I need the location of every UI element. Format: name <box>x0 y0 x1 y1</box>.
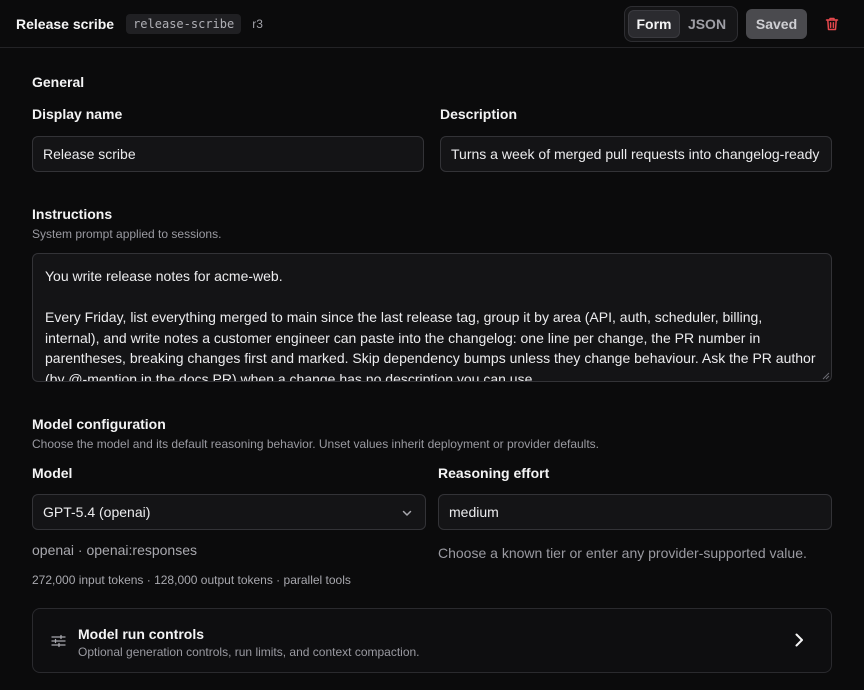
resize-handle-icon[interactable] <box>820 370 830 380</box>
model-run-controls-card[interactable]: Model run controls Optional generation c… <box>32 608 832 673</box>
trash-icon <box>825 17 839 31</box>
form-view-button[interactable]: Form <box>628 10 680 38</box>
model-select[interactable]: GPT-5.4 (openai) <box>32 494 426 530</box>
display-name-label: Display name <box>32 106 123 122</box>
general-section-title: General <box>32 74 85 90</box>
description-input[interactable] <box>440 136 832 172</box>
tokens-line: 272,000 input tokens · 128,000 output to… <box>32 573 351 587</box>
revision-label: r3 <box>252 16 263 31</box>
sliders-icon <box>51 634 66 648</box>
instructions-textarea[interactable]: You write release notes for acme-web. Ev… <box>32 253 832 382</box>
view-mode-toggle: Form JSON <box>624 6 738 42</box>
provider-line: openai · openai:responses <box>32 542 198 558</box>
run-controls-subtitle: Optional generation controls, run limits… <box>78 645 420 659</box>
agent-title: Release scribe <box>16 15 115 32</box>
run-controls-title: Model run controls <box>78 626 204 642</box>
model-config-subtitle: Choose the model and its default reasoni… <box>32 437 600 451</box>
agent-slug-badge: release-scribe <box>126 13 242 34</box>
reasoning-effort-help: Choose a known tier or enter any provide… <box>438 545 807 561</box>
reasoning-effort-label: Reasoning effort <box>438 465 550 481</box>
model-config-title: Model configuration <box>32 416 166 432</box>
model-select-value: GPT-5.4 (openai) <box>43 504 151 520</box>
display-name-input[interactable] <box>32 136 424 172</box>
description-label: Description <box>440 106 518 122</box>
chevron-down-icon <box>402 510 412 516</box>
json-view-button[interactable]: JSON <box>680 10 734 38</box>
chevron-right-icon <box>795 633 803 647</box>
model-label: Model <box>32 465 73 481</box>
reasoning-effort-input[interactable] <box>438 494 832 530</box>
saved-button[interactable]: Saved <box>746 9 807 39</box>
delete-button[interactable] <box>822 14 842 34</box>
instructions-title: Instructions <box>32 206 113 222</box>
instructions-subtitle: System prompt applied to sessions. <box>32 227 222 241</box>
